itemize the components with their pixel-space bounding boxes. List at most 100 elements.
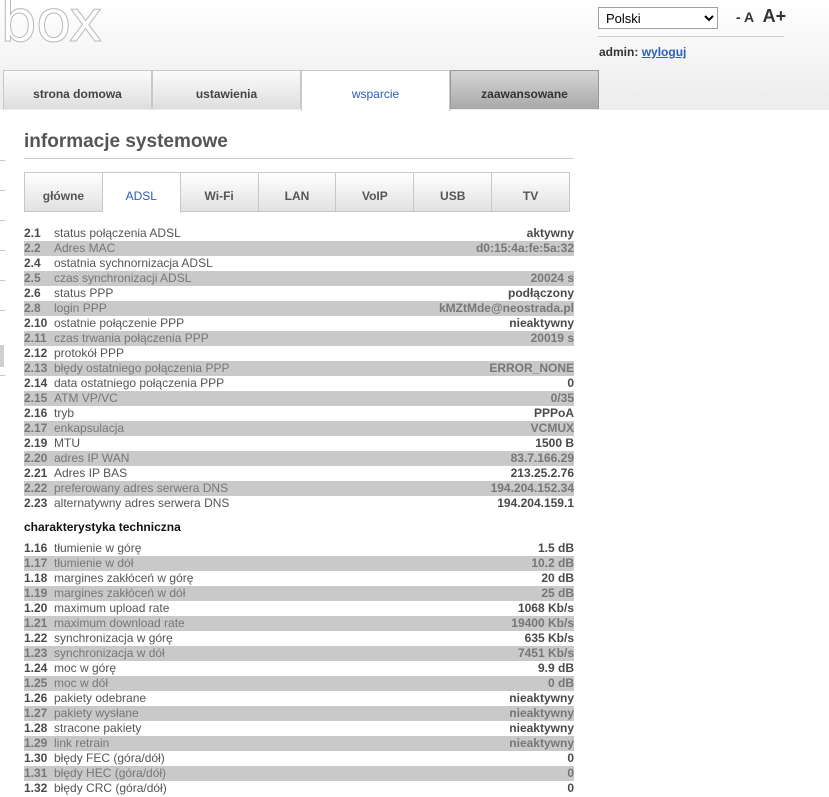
row-value: nieaktywny: [509, 316, 574, 330]
row-value: nieaktywny: [509, 721, 574, 735]
row-label: margines zakłóceń w dół: [54, 586, 186, 600]
table-row: 2.4 ostatnia sychnornizacja ADSL: [24, 256, 574, 271]
row-number: 2.23: [24, 496, 48, 510]
row-number: 1.24: [24, 661, 48, 675]
table-row: 1.23 synchronizacja w dół 7451 Kb/s: [24, 646, 574, 661]
row-number: 1.23: [24, 646, 48, 660]
row-label: data ostatniego połączenia PPP: [54, 376, 225, 390]
row-label: maximum download rate: [54, 616, 185, 630]
row-number: 2.8: [24, 301, 41, 315]
tab-support[interactable]: wsparcie: [301, 70, 450, 111]
row-number: 1.19: [24, 586, 48, 600]
row-value: 1068 Kb/s: [517, 601, 574, 615]
row-label: alternatywny adres serwera DNS: [54, 496, 230, 510]
subtab-voip[interactable]: VoIP: [336, 173, 415, 211]
row-number: 2.5: [24, 271, 41, 285]
edge-divider: [0, 375, 5, 376]
row-value: kMZtMde@neostrada.pl: [438, 301, 574, 315]
table-row: 1.31 błędy HEC (góra/dół) 0: [24, 766, 574, 781]
table-row: 1.28 stracone pakiety nieaktywny: [24, 721, 574, 736]
row-label: protokół PPP: [54, 346, 125, 360]
row-label: enkapsulacja: [54, 421, 125, 435]
row-label: synchronizacja w dół: [54, 646, 165, 660]
edge-divider: [0, 280, 5, 281]
subtab-adsl[interactable]: ADSL: [102, 173, 181, 213]
row-number: 1.29: [24, 736, 48, 750]
subtab-wifi[interactable]: Wi-Fi: [180, 173, 259, 211]
row-value: 10.2 dB: [531, 556, 574, 570]
row-label: tłumienie w dół: [54, 556, 134, 570]
row-number: 2.2: [24, 241, 41, 255]
row-value: 0: [567, 766, 574, 780]
row-label: błędy HEC (góra/dół): [54, 766, 167, 780]
row-value: 0 dB: [547, 676, 574, 690]
row-number: 1.27: [24, 706, 48, 720]
row-number: 1.22: [24, 631, 48, 645]
edge-divider: [0, 310, 5, 311]
row-label: moc w górę: [54, 661, 117, 675]
tab-advanced[interactable]: zaawansowane: [450, 70, 599, 109]
row-label: status połączenia ADSL: [54, 226, 181, 240]
tab-settings[interactable]: ustawienia: [152, 70, 301, 109]
table-row: 2.19 MTU 1500 B: [24, 436, 574, 451]
subtab-usb[interactable]: USB: [414, 173, 493, 211]
table-row: 1.30 błędy FEC (góra/dół) 0: [24, 751, 574, 766]
table-row: 2.16 tryb PPPoA: [24, 406, 574, 421]
language-select[interactable]: Polski: [598, 7, 718, 29]
logout-link[interactable]: wyloguj: [642, 45, 687, 59]
tab-home[interactable]: strona domowa: [3, 70, 152, 109]
row-value: 9.9 dB: [537, 661, 574, 675]
subtab-tv[interactable]: TV: [492, 173, 571, 211]
row-value: 19400 Kb/s: [511, 616, 574, 630]
subtab-lan[interactable]: LAN: [258, 173, 337, 211]
admin-info: admin: wyloguj: [599, 45, 686, 59]
table-row: 2.23 alternatywny adres serwera DNS 194.20…: [24, 496, 574, 511]
table-row: 1.27 pakiety wysłane nieaktywny: [24, 706, 574, 721]
row-number: 1.28: [24, 721, 48, 735]
row-label: maximum upload rate: [54, 601, 170, 615]
logo: box: [0, 0, 103, 55]
row-value: ERROR_NONE: [489, 361, 574, 375]
row-label: pakiety wysłane: [54, 706, 139, 720]
row-number: 1.20: [24, 601, 48, 615]
row-number: 1.17: [24, 556, 48, 570]
row-label: stracone pakiety: [54, 721, 142, 735]
row-label: ostatnie połączenie PPP: [54, 316, 185, 330]
edge-divider: [0, 250, 5, 251]
row-label: ostatnia sychnornizacja ADSL: [54, 256, 213, 270]
table-row: 2.20 adres IP WAN 83.7.166.29: [24, 451, 574, 466]
row-label: login PPP: [54, 301, 107, 315]
row-number: 2.16: [24, 406, 48, 420]
font-increase-button[interactable]: A+: [763, 6, 787, 26]
row-label: margines zakłóceń w górę: [54, 571, 194, 585]
admin-label: admin:: [599, 45, 639, 59]
table-row: 2.17 enkapsulacja VCMUX: [24, 421, 574, 436]
row-value: 1500 B: [535, 436, 574, 450]
row-value: 7451 Kb/s: [517, 646, 574, 660]
row-value: nieaktywny: [509, 706, 574, 720]
row-value: nieaktywny: [509, 691, 574, 705]
font-decrease-button[interactable]: - A: [736, 9, 754, 25]
row-value: 194.204.159.1: [497, 496, 574, 510]
font-size-controls: - A A+: [736, 6, 790, 27]
row-value: 0/35: [550, 391, 574, 405]
row-label: adres IP WAN: [54, 451, 130, 465]
row-label: Adres IP BAS: [54, 466, 128, 480]
row-number: 1.25: [24, 676, 48, 690]
subtab-main[interactable]: główne: [25, 173, 103, 211]
table-row: 2.14 data ostatniego połączenia PPP 0: [24, 376, 574, 391]
row-value: podłączony: [507, 286, 574, 300]
table-row: 2.8 login PPP kMZtMde@neostrada.pl: [24, 301, 574, 316]
row-label: błędy FEC (góra/dół): [54, 751, 165, 765]
row-label: tryb: [54, 406, 75, 420]
table-row: 2.15 ATM VP/VC 0/35: [24, 391, 574, 406]
row-number: 1.32: [24, 781, 48, 795]
row-number: 2.22: [24, 481, 48, 495]
tech-subheading: charakterystyka techniczna: [24, 520, 181, 534]
table-row: 1.26 pakiety odebrane nieaktywny: [24, 691, 574, 706]
table-row: 2.21 Adres IP BAS 213.25.2.76: [24, 466, 574, 481]
row-label: synchronizacja w górę: [54, 631, 173, 645]
row-value: PPPoA: [533, 406, 574, 420]
edge-divider: [0, 190, 5, 191]
table-row: 1.29 link retrain nieaktywny: [24, 736, 574, 751]
